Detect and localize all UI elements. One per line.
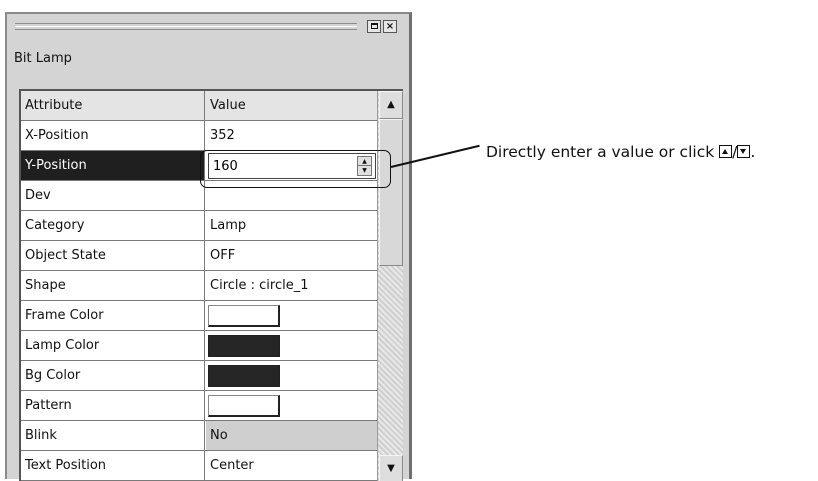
attribute-label: Blink (21, 421, 205, 450)
up-arrow-key-icon (719, 145, 733, 158)
value-field[interactable]: Circle : circle_1 (206, 271, 377, 300)
attribute-label: Object State (21, 241, 205, 270)
row-shape[interactable]: Shape Circle : circle_1 (21, 271, 377, 301)
close-icon: × (385, 21, 395, 32)
attribute-label: Dev (21, 181, 205, 210)
pattern-swatch[interactable] (208, 395, 280, 417)
annotation-period: . (750, 143, 756, 161)
row-lamp-color[interactable]: Lamp Color (21, 331, 377, 361)
spin-down-icon[interactable]: ▼ (358, 166, 371, 175)
header-attribute[interactable]: Attribute (21, 91, 205, 120)
attribute-label: Lamp Color (21, 331, 205, 360)
spin-buttons[interactable]: ▲ ▼ (357, 156, 372, 176)
property-grid: Attribute Value X-Position 352 Y-Positio… (19, 89, 403, 481)
row-blink[interactable]: Blink No (21, 421, 377, 451)
scroll-thumb[interactable] (379, 119, 403, 266)
attribute-label: Text Position (21, 451, 205, 480)
down-arrow-key-icon (737, 145, 751, 158)
row-category[interactable]: Category Lamp (21, 211, 377, 241)
row-object-state[interactable]: Object State OFF (21, 241, 377, 271)
attribute-label: Pattern (21, 391, 205, 420)
value-field[interactable]: Lamp (206, 211, 377, 240)
attribute-label: Y-Position (21, 151, 205, 180)
value-field[interactable]: Center (206, 451, 377, 480)
spin-up-icon[interactable]: ▲ (358, 157, 371, 166)
y-position-editor[interactable]: ▲ ▼ (208, 153, 376, 179)
attribute-label: Shape (21, 271, 205, 300)
panel-drag-grip[interactable] (15, 23, 357, 31)
value-field[interactable]: OFF (206, 241, 377, 270)
y-position-input[interactable] (211, 155, 351, 177)
value-field[interactable] (206, 181, 377, 210)
annotation-text: Directly enter a value or click (486, 143, 720, 161)
row-frame-color[interactable]: Frame Color (21, 301, 377, 331)
attribute-label: Frame Color (21, 301, 205, 330)
bg-color-swatch[interactable] (208, 365, 280, 387)
row-pattern[interactable]: Pattern (21, 391, 377, 421)
frame-color-swatch[interactable] (208, 305, 280, 327)
row-x-position[interactable]: X-Position 352 (21, 121, 377, 151)
row-dev[interactable]: Dev (21, 181, 377, 211)
restore-button[interactable] (367, 20, 381, 33)
row-y-position[interactable]: Y-Position ▲ ▼ (21, 151, 377, 181)
value-field[interactable]: No (206, 421, 377, 450)
header-value[interactable]: Value (206, 91, 377, 120)
lamp-color-swatch[interactable] (208, 335, 280, 357)
row-text-position[interactable]: Text Position Center (21, 451, 377, 481)
panel-title: Bit Lamp (14, 51, 72, 66)
attribute-label: Category (21, 211, 205, 240)
scroll-up-icon[interactable]: ▲ (379, 91, 403, 119)
callout-annotation: Directly enter a value or click /. (486, 143, 755, 161)
close-button[interactable]: × (383, 20, 397, 33)
attribute-label: Bg Color (21, 361, 205, 390)
restore-icon (370, 23, 378, 29)
row-bg-color[interactable]: Bg Color (21, 361, 377, 391)
grid-header: Attribute Value (21, 91, 377, 121)
scroll-down-icon[interactable]: ▼ (379, 455, 403, 481)
properties-panel: × Bit Lamp Attribute Value X-Position 35… (5, 12, 412, 481)
attribute-label: X-Position (21, 121, 205, 150)
value-field[interactable]: 352 (206, 121, 377, 150)
vertical-scrollbar[interactable]: ▲ ▼ (377, 91, 403, 481)
